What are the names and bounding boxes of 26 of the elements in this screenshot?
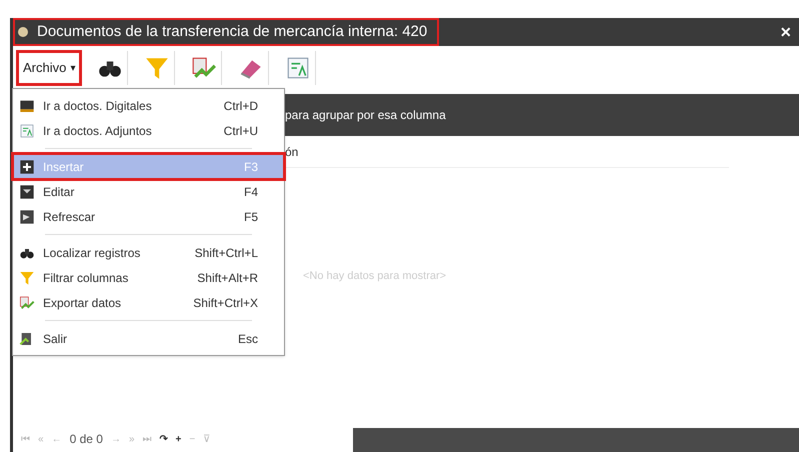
menu-item[interactable]: Ir a doctos. Adjuntos Ctrl+U <box>13 118 284 143</box>
horizontal-scrollbar[interactable] <box>353 428 799 452</box>
edit-icon <box>19 184 35 200</box>
plus-icon <box>19 158 35 174</box>
menu-item[interactable]: Ir a doctos. Digitales Ctrl+D <box>13 93 284 118</box>
app-icon <box>17 26 29 38</box>
text-icon <box>19 122 35 138</box>
menu-item[interactable]: Salir Esc <box>13 326 284 351</box>
record-position: 0 de 0 <box>70 431 103 448</box>
column-header[interactable]: ón <box>285 142 298 160</box>
export-icon <box>19 294 35 310</box>
menu-item[interactable]: Filtrar columnas Shift+Alt+R <box>13 265 284 290</box>
archivo-menu-button[interactable]: Archivo ▾ <box>17 51 82 85</box>
monitor-icon <box>19 98 35 114</box>
menu-item[interactable]: Exportar datos Shift+Ctrl+X <box>13 290 284 315</box>
text-icon <box>285 55 312 81</box>
close-button[interactable]: × <box>776 18 795 46</box>
refresh-icon <box>19 208 35 224</box>
navigator-button[interactable]: + <box>176 432 182 446</box>
navigator-button[interactable]: ↷ <box>160 432 168 446</box>
filter-icon <box>19 270 35 286</box>
menu-item[interactable]: Refrescar F5 <box>13 204 284 229</box>
group-panel-hint: para agrupar por esa columna <box>285 107 446 124</box>
menu-item[interactable]: Editar F4 <box>13 179 284 204</box>
menu-item[interactable]: Localizar registros Shift+Ctrl+L <box>13 240 284 265</box>
window-title-text: Documentos de la transferencia de mercancía interna: 420 <box>37 22 428 42</box>
